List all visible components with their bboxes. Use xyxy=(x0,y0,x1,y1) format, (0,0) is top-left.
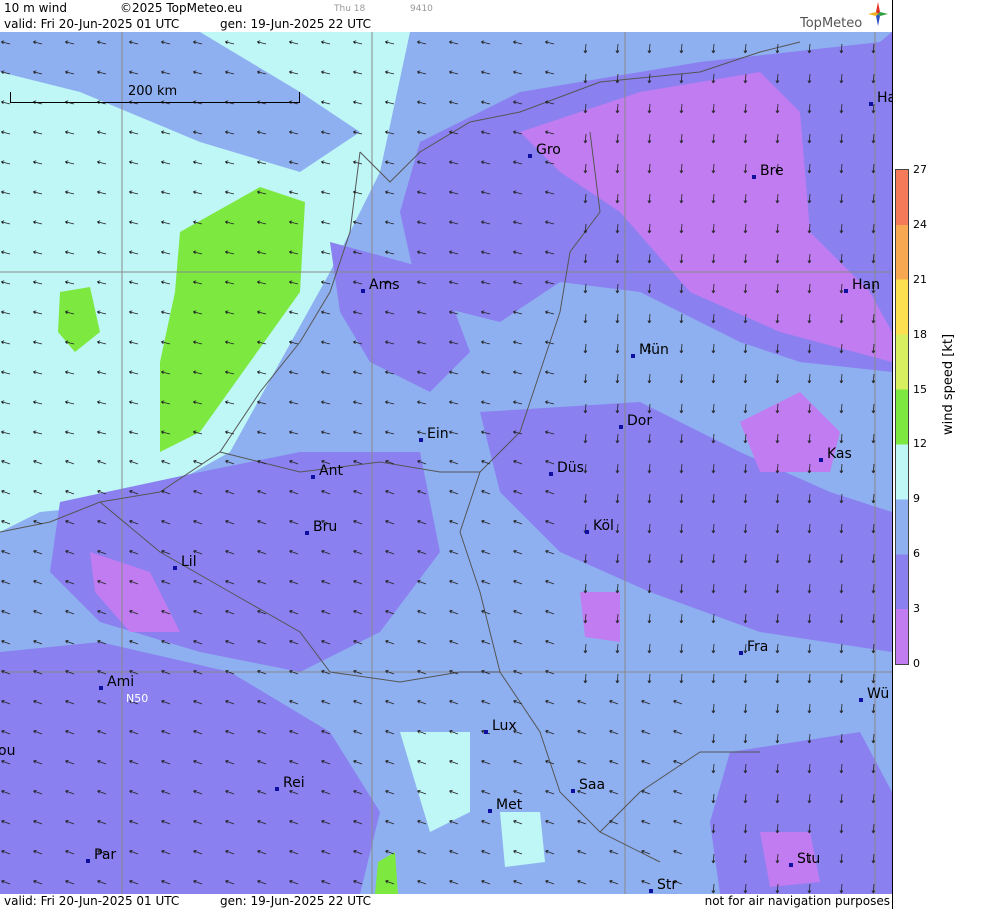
legend-tick-label: 27 xyxy=(913,163,927,176)
city-label: Wü xyxy=(859,686,889,702)
product-title: 10 m wind xyxy=(4,1,67,15)
code-label: 9410 xyxy=(410,4,433,14)
legend-tick-label: 3 xyxy=(913,602,920,616)
legend-tick-label: 24 xyxy=(913,217,927,231)
topmeteo-logo: TopMeteo xyxy=(798,2,888,31)
wind-map[interactable]: 200 km N50 Gro Bre Ha Ams Han Mün Dor Ei… xyxy=(0,32,892,894)
city-label: Fra xyxy=(739,639,768,655)
logo-text: TopMeteo xyxy=(800,16,863,31)
valid-time: valid: Fri 20-Jun-2025 01 UTC xyxy=(4,17,180,31)
map-header: 10 m wind ©2025 TopMeteo.eu Thu 18 9410 … xyxy=(0,0,892,32)
legend-tick-label: 12 xyxy=(913,437,927,451)
legend-tick-label: 18 xyxy=(913,327,927,341)
city-label: Köl xyxy=(585,518,614,534)
compass-star-icon xyxy=(868,2,888,26)
footer-valid-time: valid: Fri 20-Jun-2025 01 UTC xyxy=(4,894,180,908)
city-label: Lil xyxy=(173,554,197,570)
legend-title: wind speed [kt] xyxy=(941,333,956,435)
city-label: Düs xyxy=(549,460,584,476)
city-label: Ant xyxy=(311,463,343,479)
city-label: Rei xyxy=(275,775,305,791)
city-label: Gro xyxy=(528,142,561,158)
city-label: Saa xyxy=(571,777,605,793)
map-footer: valid: Fri 20-Jun-2025 01 UTC gen: 19-Ju… xyxy=(0,894,892,909)
city-label: Lux xyxy=(484,718,517,734)
generated-time: gen: 19-Jun-2025 22 UTC xyxy=(220,17,372,31)
wind-speed-field xyxy=(0,32,892,894)
wind-speed-legend: 27 24 21 18 15 12 9 6 3 0 wind speed [kt] xyxy=(892,0,983,909)
city-label: Mün xyxy=(631,342,669,358)
city-label: Met xyxy=(488,797,522,813)
legend-tick-label: 15 xyxy=(913,382,927,396)
city-label: ou xyxy=(0,743,16,759)
copyright: ©2025 TopMeteo.eu xyxy=(120,1,243,15)
city-label: Stu xyxy=(789,851,820,867)
city-label: Bru xyxy=(305,519,337,535)
day-label: Thu 18 xyxy=(334,4,366,14)
latitude-label: N50 xyxy=(126,692,149,705)
city-label: Dor xyxy=(619,413,652,429)
city-label: Kas xyxy=(819,446,852,462)
footer-generated-time: gen: 19-Jun-2025 22 UTC xyxy=(220,894,372,908)
city-label: Str xyxy=(649,877,677,893)
city-label: Bre xyxy=(752,163,784,179)
disclaimer: not for air navigation purposes xyxy=(704,894,890,908)
city-label: Ami xyxy=(99,674,134,690)
legend-tick-label: 6 xyxy=(913,547,920,561)
city-label: Ha xyxy=(869,90,892,106)
legend-tick-label: 21 xyxy=(913,272,927,286)
city-label: Par xyxy=(86,847,116,863)
city-label: Ein xyxy=(419,426,449,442)
legend-color-bar xyxy=(895,169,909,665)
legend-tick-label: 0 xyxy=(913,657,920,670)
legend-tick-label: 9 xyxy=(913,492,920,506)
scale-bar-label: 200 km xyxy=(128,84,178,99)
city-label: Ams xyxy=(361,277,400,293)
city-label: Han xyxy=(844,277,880,293)
